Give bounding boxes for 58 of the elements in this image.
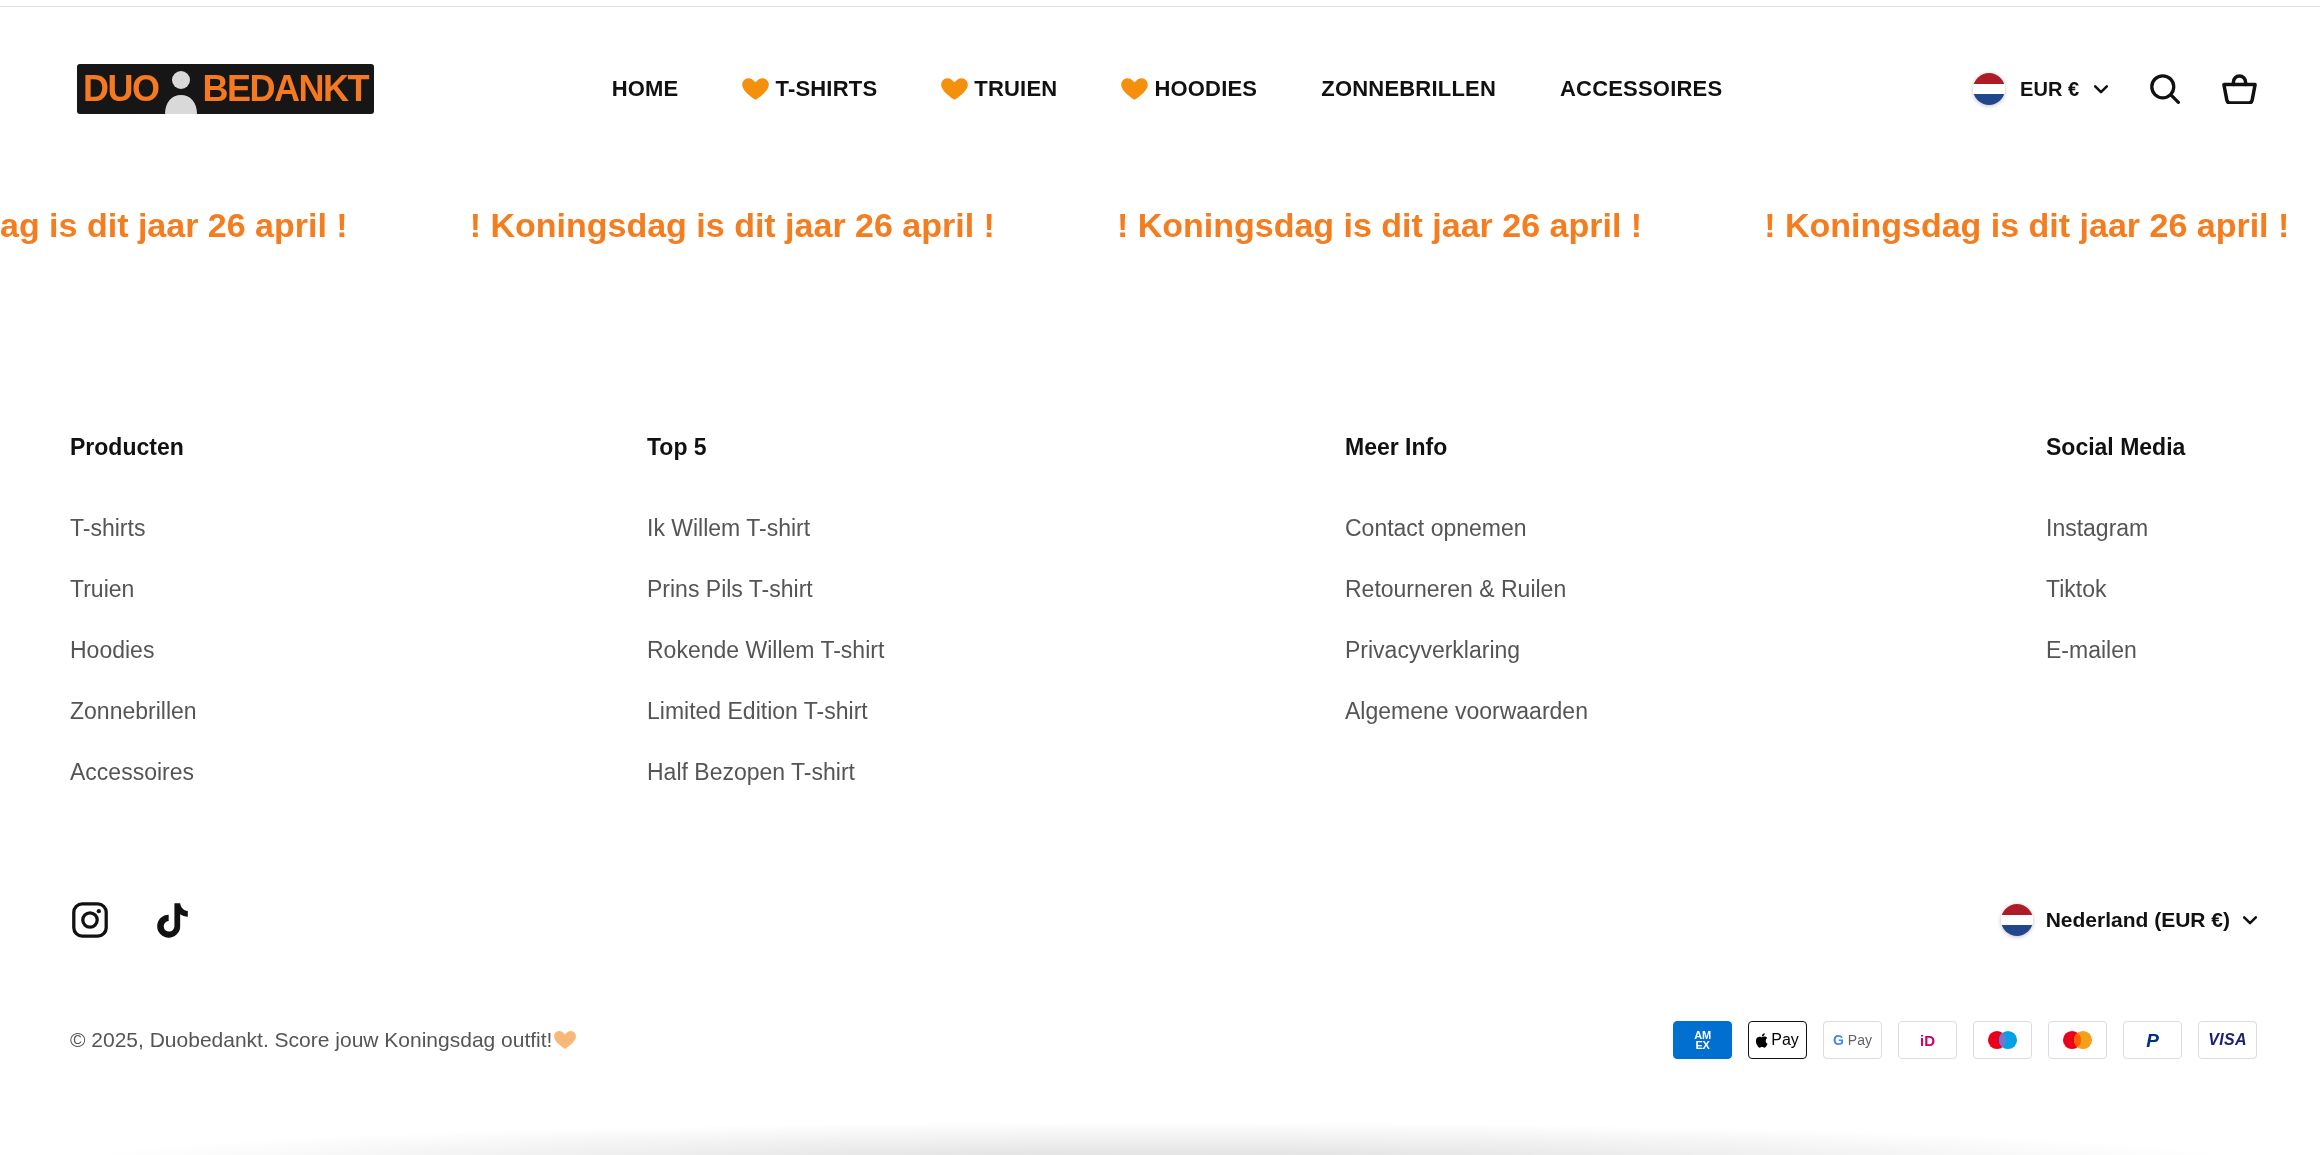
- heart-icon: [941, 78, 969, 100]
- nav-link[interactable]: HOME: [611, 74, 679, 104]
- logo-text: BEDANKT: [202, 71, 368, 107]
- nav-link[interactable]: TRUIEN: [941, 74, 1058, 104]
- footer-link[interactable]: Tiktok: [2046, 574, 2107, 604]
- footer-link[interactable]: T-shirts: [70, 513, 146, 543]
- search-icon[interactable]: [2150, 74, 2180, 104]
- footer-link[interactable]: Truien: [70, 574, 135, 604]
- footer-link[interactable]: Contact opnemen: [1345, 513, 1527, 543]
- heart-icon: [554, 1031, 577, 1049]
- payment-logo: iD: [1898, 1021, 1957, 1059]
- apple-icon: [1756, 1032, 1769, 1048]
- footer-heading: Top 5: [647, 433, 708, 462]
- flag-icon: [2000, 904, 2033, 936]
- payment-logo-text: G Pay: [1833, 1032, 1872, 1048]
- announcement-text: ! Koningsdag is dit jaar 26 april !: [469, 205, 995, 246]
- nav-link[interactable]: ACCESSOIRES: [1560, 74, 1723, 104]
- overlapping-circles-icon: [2062, 1030, 2093, 1050]
- footer-heading: Meer Info: [1345, 433, 1449, 462]
- footer-link[interactable]: Instagram: [2046, 513, 2149, 543]
- footer-link[interactable]: Zonnebrillen: [70, 696, 197, 726]
- chevron-down-icon: [2243, 915, 2257, 925]
- footer-link[interactable]: Privacyverklaring: [1345, 635, 1521, 665]
- announcement-text: ! Koningsdag is dit jaar 26 april !: [1116, 205, 1643, 246]
- footer-link[interactable]: Rokende Willem T-shirt: [647, 635, 885, 665]
- footer-link[interactable]: Algemene voorwaarden: [1345, 696, 1588, 726]
- footer-link[interactable]: Retourneren & Ruilen: [1345, 574, 1567, 604]
- footer-link[interactable]: E-mailen: [2046, 635, 2137, 665]
- nav-link[interactable]: ZONNEBRILLEN: [1321, 74, 1496, 104]
- footer-heading: Social Media: [2046, 433, 2187, 462]
- footer-link[interactable]: Ik Willem T-shirt: [647, 513, 811, 543]
- nav-link[interactable]: HOODIES: [1121, 74, 1258, 104]
- copyright-text: © 2025, Duobedankt. Score jouw Koningsdag outfit!: [70, 1027, 553, 1053]
- footer-link[interactable]: Hoodies: [70, 635, 155, 665]
- chevron-down-icon: [2094, 84, 2108, 94]
- currency-selector[interactable]: EUR €: [1973, 73, 2108, 105]
- announcement-text: ag is dit jaar 26 april !: [0, 205, 348, 246]
- heart-icon: [1121, 78, 1149, 100]
- tiktok-icon[interactable]: [157, 902, 188, 938]
- footer-heading: Producten: [70, 433, 185, 462]
- nav-link[interactable]: T-SHIRTS: [742, 74, 878, 104]
- heart-icon: [742, 78, 770, 100]
- footer-link[interactable]: Limited Edition T-shirt: [647, 696, 868, 726]
- announcement-text: ! Koningsdag is dit jaar 26 april !: [1764, 205, 2290, 246]
- payment-logo-text: Pay: [1771, 1031, 1799, 1049]
- footer-link[interactable]: Half Bezopen T-shirt: [647, 757, 855, 787]
- basket-icon[interactable]: [2222, 74, 2257, 104]
- overlapping-circles-icon: [1987, 1030, 2018, 1050]
- footer-link[interactable]: Prins Pils T-shirt: [647, 574, 813, 604]
- flag-icon: [1973, 73, 2006, 105]
- country-selector[interactable]: Nederland (EUR €): [2000, 904, 2257, 936]
- instagram-icon[interactable]: [72, 902, 108, 938]
- payment-logo: AM EX: [1673, 1021, 1732, 1059]
- logo-text: DUO: [83, 71, 159, 107]
- payment-logo: VISA: [2198, 1021, 2257, 1059]
- payment-logo: P: [2123, 1021, 2182, 1059]
- footer-link[interactable]: Accessoires: [70, 757, 194, 787]
- logo[interactable]: DUO BEDANKT: [77, 64, 374, 114]
